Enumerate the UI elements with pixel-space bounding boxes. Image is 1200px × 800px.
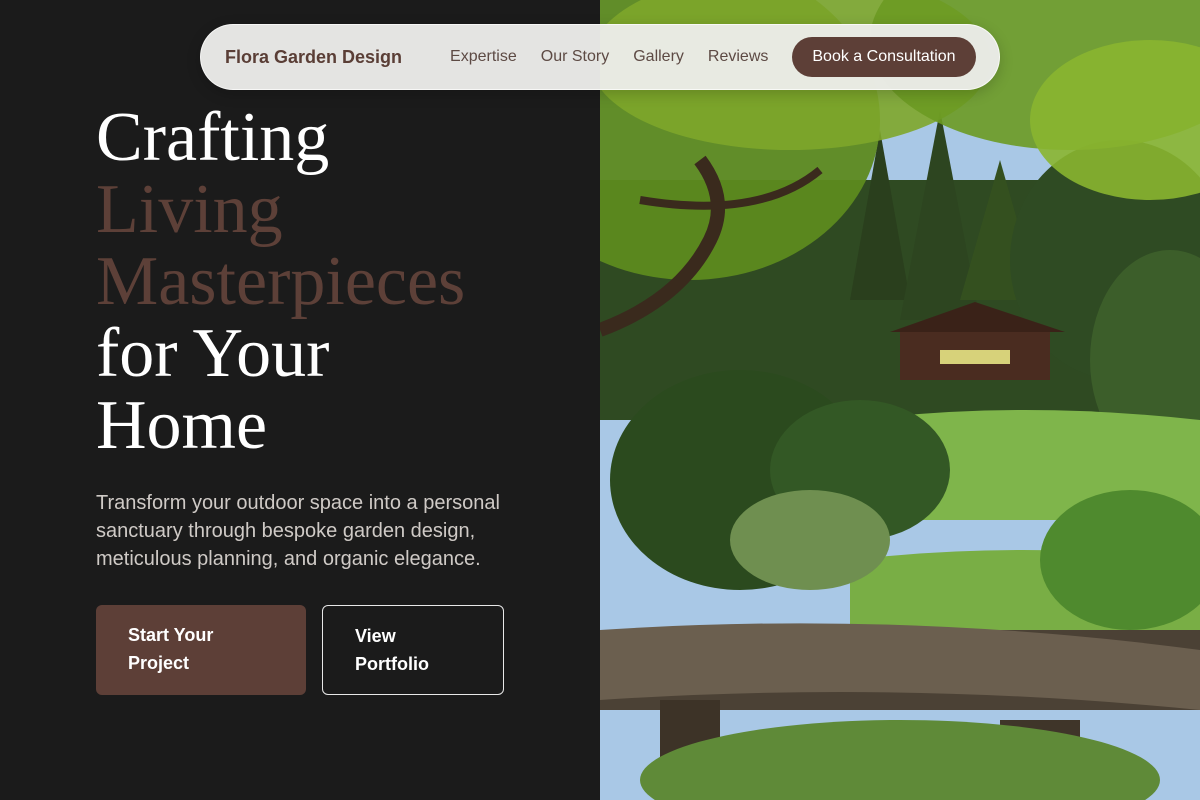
headline-line-for-your: for Your (96, 315, 330, 392)
book-consultation-button[interactable]: Book a Consultation (792, 37, 976, 77)
headline-line-home: Home (96, 387, 268, 464)
view-portfolio-button[interactable]: View Portfolio (322, 605, 504, 695)
top-navigation: Flora Garden Design Expertise Our Story … (200, 24, 1000, 90)
nav-link-expertise[interactable]: Expertise (450, 48, 517, 66)
hero-section: Crafting Living Masterpieces for Your Ho… (96, 102, 576, 462)
hero-headline: Crafting Living Masterpieces for Your Ho… (96, 102, 576, 462)
start-project-button[interactable]: Start Your Project (96, 605, 306, 695)
headline-line-masterpieces: Masterpieces (96, 243, 466, 320)
nav-link-reviews[interactable]: Reviews (708, 48, 768, 66)
nav-link-gallery[interactable]: Gallery (633, 48, 684, 66)
hero-garden-photo (600, 0, 1200, 800)
hero-subtitle: Transform your outdoor space into a pers… (96, 492, 500, 570)
headline-line-living: Living (96, 171, 283, 248)
nav-links: Expertise Our Story Gallery Reviews (450, 48, 768, 66)
nav-link-our-story[interactable]: Our Story (541, 48, 609, 66)
headline-line-crafting: Crafting (96, 99, 330, 176)
brand-logo[interactable]: Flora Garden Design (225, 47, 402, 68)
